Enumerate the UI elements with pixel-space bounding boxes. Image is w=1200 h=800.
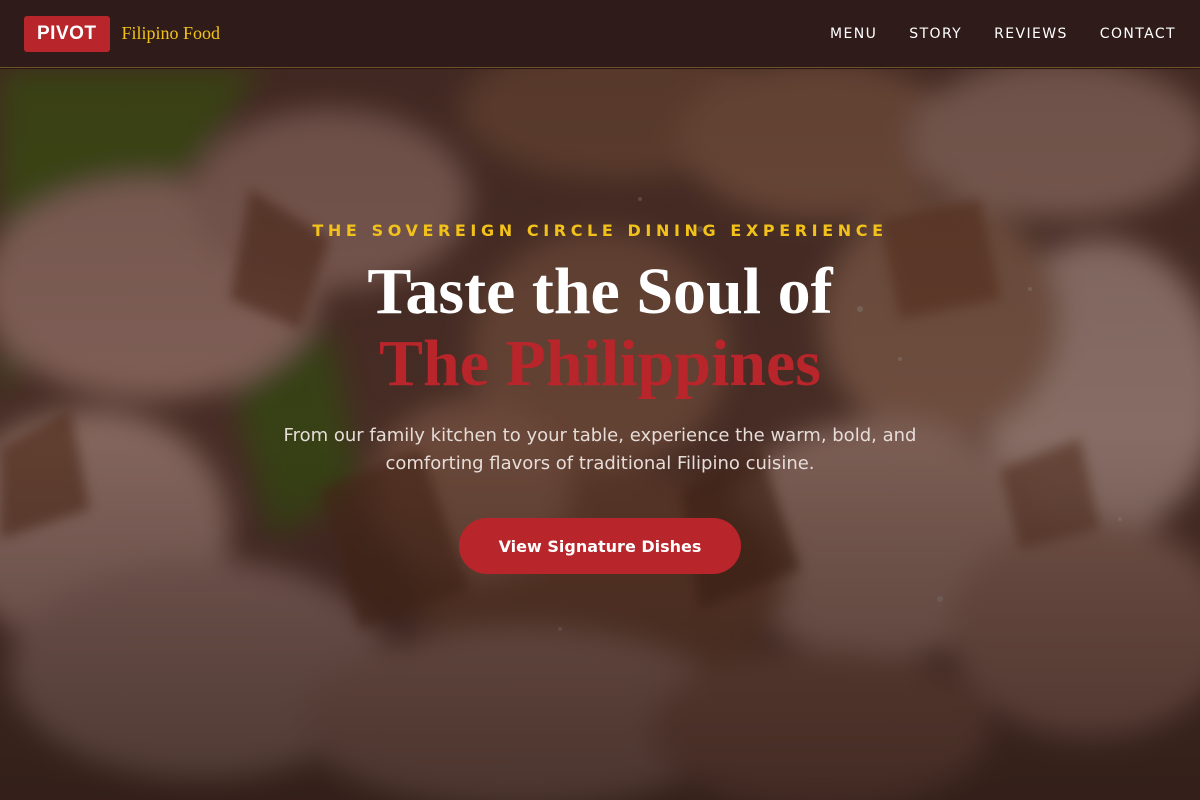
nav-link-reviews[interactable]: REVIEWS [994, 26, 1068, 42]
nav-link-menu[interactable]: MENU [830, 26, 877, 42]
nav-links: MENU STORY REVIEWS CONTACT [830, 26, 1176, 42]
brand[interactable]: PIVOT Filipino Food [24, 15, 221, 52]
nav-link-contact[interactable]: CONTACT [1100, 26, 1176, 42]
headline-line-1: Taste the Soul of [367, 255, 833, 328]
hero-headline: Taste the Soul of The Philippines [367, 256, 832, 400]
hero-eyebrow: THE SOVEREIGN CIRCLE DINING EXPERIENCE [312, 221, 888, 240]
view-signature-dishes-button[interactable]: View Signature Dishes [459, 518, 741, 574]
headline-line-2: The Philippines [378, 327, 821, 400]
logo[interactable]: PIVOT [24, 15, 110, 52]
nav-link-story[interactable]: STORY [909, 26, 962, 42]
brand-tagline: Filipino Food [121, 23, 221, 43]
navbar: PIVOT Filipino Food MENU STORY REVIEWS C… [0, 0, 1200, 68]
hero-content: THE SOVEREIGN CIRCLE DINING EXPERIENCE T… [0, 69, 1200, 800]
hero-subtext: From our family kitchen to your table, e… [283, 425, 917, 474]
hero-section: THE SOVEREIGN CIRCLE DINING EXPERIENCE T… [0, 69, 1200, 800]
